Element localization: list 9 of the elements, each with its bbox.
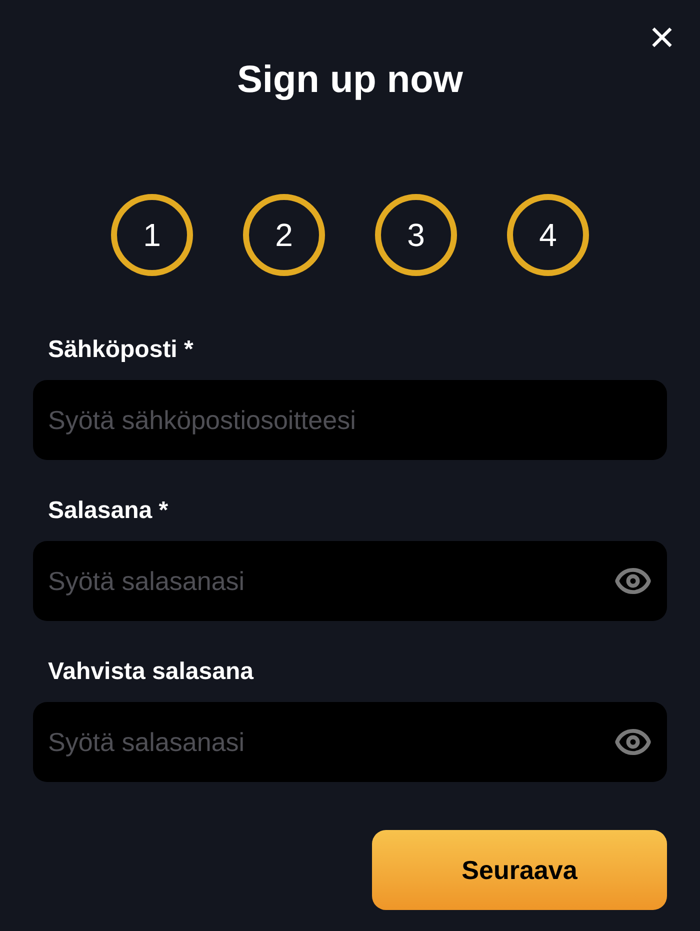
password-field[interactable]: Syötä salasanasi [33,541,667,621]
field-label: Vahvista salasana [48,657,255,687]
password-field[interactable]: Syötä salasanasi [33,702,667,782]
close-button[interactable]: × [646,14,678,62]
field-label: Sähköposti * [48,335,194,365]
next-button[interactable]: Seuraava [372,830,667,910]
field-label: Salasana * [48,496,170,526]
email-field[interactable]: Syötä sähköpostiosoitteesi [33,380,667,460]
dialog-title: Sign up now [237,58,463,103]
